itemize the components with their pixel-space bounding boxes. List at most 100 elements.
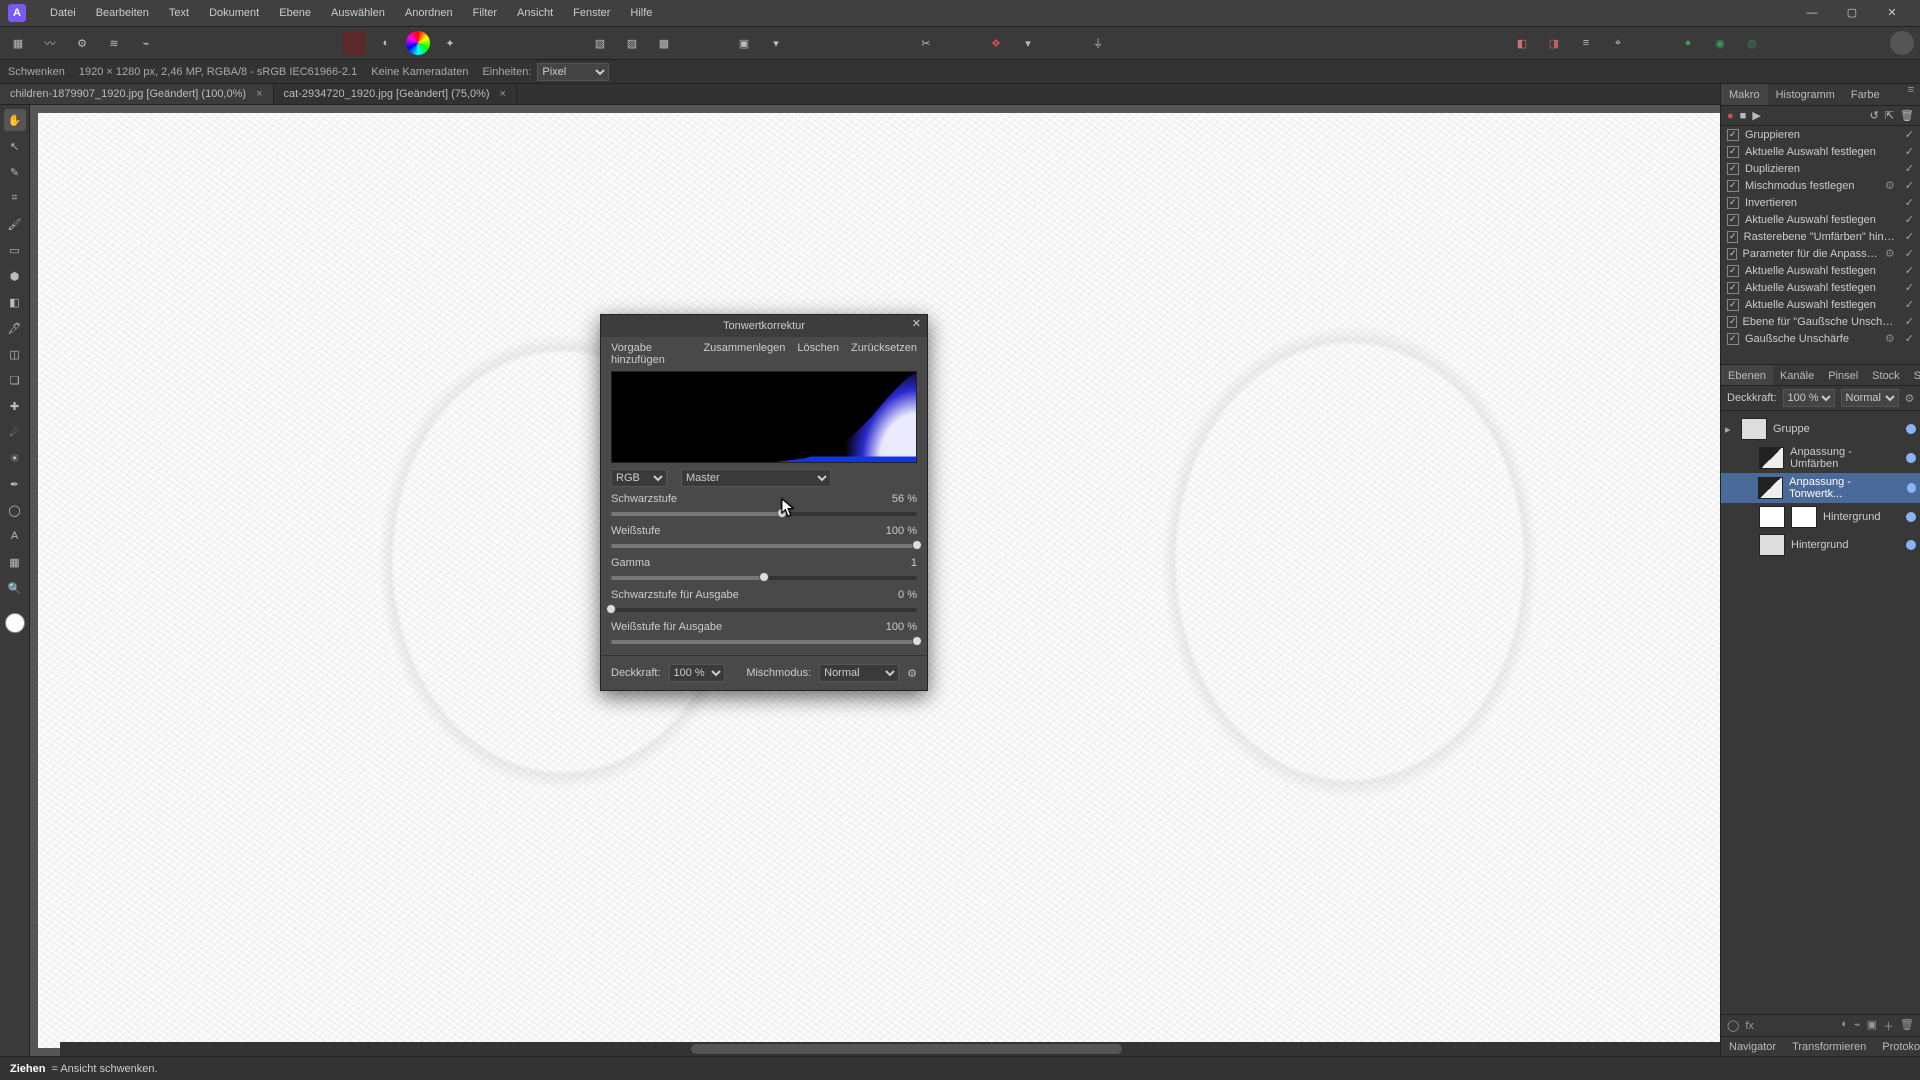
gear-icon[interactable]: ⚙ bbox=[1905, 392, 1915, 405]
studio-tab-histogramm[interactable]: Histogramm bbox=[1768, 84, 1843, 105]
cloud-upload-icon[interactable]: ◉ bbox=[1708, 31, 1732, 55]
menu-auswählen[interactable]: Auswählen bbox=[321, 0, 395, 26]
macro-step[interactable]: Aktuelle Auswahl festlegen✓ bbox=[1721, 211, 1920, 228]
macro-record-icon[interactable]: ● bbox=[1727, 110, 1734, 122]
levels-dialog[interactable]: Tonwertkorrektur ✕ Vorgabe hinzufügen Zu… bbox=[600, 314, 928, 691]
layers-tab-stile[interactable]: Stile bbox=[1907, 365, 1920, 385]
gradient-tool-icon[interactable]: ◧ bbox=[4, 291, 26, 313]
dialog-opacity-select[interactable]: 100 % bbox=[669, 664, 725, 682]
panel-menu-icon[interactable]: ≡ bbox=[1902, 84, 1920, 105]
zoom-tool-icon[interactable]: 🔍 bbox=[4, 577, 26, 599]
layer-opacity-select[interactable]: 100 % bbox=[1783, 389, 1835, 407]
macro-step[interactable]: Parameter für die Anpassung festlegen⚙✓ bbox=[1721, 245, 1920, 262]
swatch-red-icon[interactable] bbox=[342, 31, 366, 55]
checkbox-icon[interactable] bbox=[1727, 265, 1739, 277]
layer-row[interactable]: Anpassung - Umfärben bbox=[1721, 443, 1920, 473]
dialog-titlebar[interactable]: Tonwertkorrektur ✕ bbox=[601, 315, 927, 337]
gear-icon[interactable]: ⚙ bbox=[907, 667, 917, 680]
slider-knob[interactable] bbox=[777, 508, 787, 518]
macro-step[interactable]: Aktuelle Auswahl festlegen✓ bbox=[1721, 143, 1920, 160]
chevron-down-icon[interactable]: ▾ bbox=[1016, 31, 1040, 55]
snap-icon[interactable]: ⌖ bbox=[1606, 31, 1630, 55]
slider-value[interactable]: 100 % bbox=[886, 621, 917, 633]
checkbox-icon[interactable] bbox=[1727, 282, 1739, 294]
selection-tool-icon[interactable]: ▭ bbox=[4, 239, 26, 261]
crop-icon[interactable]: ✂ bbox=[914, 31, 938, 55]
window-minimize[interactable]: — bbox=[1792, 0, 1832, 26]
close-icon[interactable]: × bbox=[256, 88, 262, 100]
channel-select[interactable]: Master bbox=[681, 469, 831, 487]
paint-tool-icon[interactable]: 🖊 bbox=[4, 317, 26, 339]
macro-step[interactable]: Rasterebene "Umfärben" hinzufügen✓ bbox=[1721, 228, 1920, 245]
arrange-back-icon[interactable]: ◧ bbox=[1510, 31, 1534, 55]
layers-tab-pinsel[interactable]: Pinsel bbox=[1821, 365, 1865, 385]
studio-tab-makro[interactable]: Makro bbox=[1721, 84, 1768, 105]
canvas[interactable] bbox=[38, 113, 1912, 1048]
color-swatch[interactable] bbox=[5, 613, 25, 633]
slider-value[interactable]: 100 % bbox=[886, 525, 917, 537]
autowb-icon[interactable]: ✦ bbox=[438, 31, 462, 55]
assistant-icon[interactable]: ❖ bbox=[984, 31, 1008, 55]
document-tab[interactable]: cat-2934720_1920.jpg [Geändert] (75,0%)× bbox=[274, 84, 518, 104]
gear-icon[interactable]: ⚙ bbox=[1885, 179, 1895, 192]
menu-text[interactable]: Text bbox=[159, 0, 199, 26]
shape-tool-icon[interactable]: ◯ bbox=[4, 499, 26, 521]
merge-button[interactable]: Zusammenlegen bbox=[703, 342, 785, 366]
checkbox-icon[interactable] bbox=[1727, 214, 1739, 226]
mask-icon[interactable]: ◯ bbox=[1727, 1019, 1739, 1032]
live-filter-icon[interactable]: ⌁ bbox=[1854, 1018, 1861, 1034]
menu-anordnen[interactable]: Anordnen bbox=[395, 0, 463, 26]
close-icon[interactable]: ✕ bbox=[912, 317, 921, 330]
flood-tool-icon[interactable]: ⬢ bbox=[4, 265, 26, 287]
account-avatar[interactable] bbox=[1890, 31, 1914, 55]
checkbox-icon[interactable] bbox=[1727, 197, 1739, 209]
selection-int-icon[interactable]: ▩ bbox=[652, 31, 676, 55]
autocolor-icon[interactable] bbox=[406, 31, 430, 55]
layers-tab-kanäle[interactable]: Kanäle bbox=[1773, 365, 1821, 385]
window-maximize[interactable]: ▢ bbox=[1832, 0, 1872, 26]
menu-datei[interactable]: Datei bbox=[40, 0, 86, 26]
align-icon[interactable]: ≡ bbox=[1574, 31, 1598, 55]
persona-develop-icon[interactable]: ⚙ bbox=[70, 31, 94, 55]
menu-fenster[interactable]: Fenster bbox=[563, 0, 620, 26]
checkbox-icon[interactable] bbox=[1727, 299, 1739, 311]
layers-tab-ebenen[interactable]: Ebenen bbox=[1721, 365, 1773, 385]
menu-bearbeiten[interactable]: Bearbeiten bbox=[86, 0, 159, 26]
smudge-tool-icon[interactable]: ☄ bbox=[4, 421, 26, 443]
crop-tool-icon[interactable]: ⌗ bbox=[4, 187, 26, 209]
gear-icon[interactable]: ⚙ bbox=[1885, 247, 1895, 260]
macro-step[interactable]: Aktuelle Auswahl festlegen✓ bbox=[1721, 296, 1920, 313]
macro-step[interactable]: Duplizieren✓ bbox=[1721, 160, 1920, 177]
slider-track[interactable] bbox=[611, 571, 917, 585]
checkbox-icon[interactable] bbox=[1727, 129, 1739, 141]
macro-export-icon[interactable]: ⇱ bbox=[1885, 109, 1894, 122]
add-preset-button[interactable]: Vorgabe hinzufügen bbox=[611, 342, 691, 366]
autolevels-icon[interactable]: ◐ bbox=[374, 31, 398, 55]
macro-trash-icon[interactable]: 🗑 bbox=[1900, 109, 1914, 122]
slider-value[interactable]: 56 % bbox=[892, 493, 917, 505]
slider-knob[interactable] bbox=[912, 636, 922, 646]
menu-filter[interactable]: Filter bbox=[463, 0, 507, 26]
slider-track[interactable] bbox=[611, 539, 917, 553]
checkbox-icon[interactable] bbox=[1727, 231, 1738, 243]
layer-blend-select[interactable]: Normal bbox=[1841, 389, 1899, 407]
move-tool-icon[interactable]: ↖ bbox=[4, 135, 26, 157]
horizontal-scrollbar[interactable] bbox=[60, 1042, 1720, 1056]
text-tool-icon[interactable]: A bbox=[4, 525, 26, 547]
persona-export-icon[interactable]: ⌁ bbox=[134, 31, 158, 55]
macro-step[interactable]: Mischmodus festlegen⚙✓ bbox=[1721, 177, 1920, 194]
macro-reset-icon[interactable]: ↺ bbox=[1870, 109, 1879, 122]
persona-liquify-icon[interactable]: 〰 bbox=[38, 31, 62, 55]
checkbox-icon[interactable] bbox=[1727, 163, 1739, 175]
window-close[interactable]: ✕ bbox=[1872, 0, 1912, 26]
cloud-download-icon[interactable]: ◎ bbox=[1740, 31, 1764, 55]
slider-track[interactable] bbox=[611, 635, 917, 649]
clone-tool-icon[interactable]: ❏ bbox=[4, 369, 26, 391]
slider-value[interactable]: 0 % bbox=[898, 589, 917, 601]
dialog-blend-select[interactable]: Normal bbox=[819, 664, 899, 682]
checkbox-icon[interactable] bbox=[1727, 333, 1739, 345]
slider-knob[interactable] bbox=[606, 604, 616, 614]
hand-tool-icon[interactable]: ✋ bbox=[4, 109, 26, 131]
checkbox-icon[interactable] bbox=[1727, 146, 1739, 158]
layer-row[interactable]: Anpassung - Tonwertk... bbox=[1721, 473, 1920, 503]
